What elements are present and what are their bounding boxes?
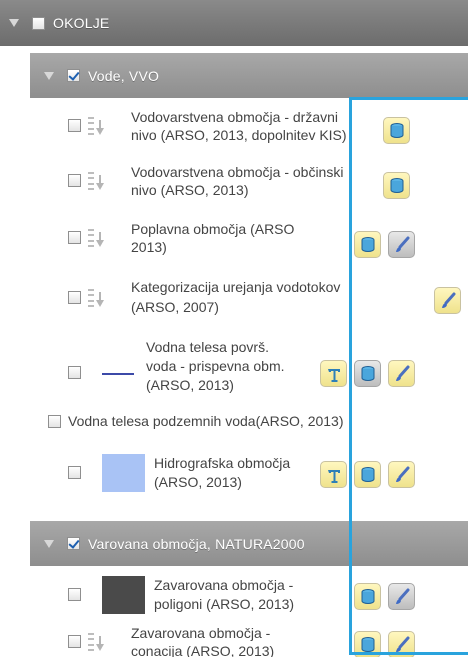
layer-label-line: Kategorizacija urejanja vodotokov bbox=[131, 279, 341, 295]
drag-handle-icon[interactable] bbox=[88, 289, 94, 307]
drag-handle-icon[interactable] bbox=[88, 117, 94, 135]
layer-checkbox[interactable] bbox=[68, 174, 81, 187]
subgroup-label: Vode, VVO bbox=[88, 67, 160, 84]
layer-checkbox[interactable] bbox=[68, 588, 81, 601]
subgroup-checkbox[interactable] bbox=[67, 537, 80, 550]
text-style-icon[interactable] bbox=[320, 461, 347, 488]
layer-label-line: Vodovarstvena območja - državni bbox=[131, 109, 338, 125]
layer-label-line: Vodna telesa podzemnih voda(ARSO, 2013) bbox=[68, 413, 344, 429]
layer-group-header-okolje[interactable]: OKOLJE bbox=[0, 0, 468, 46]
fill-legend-swatch bbox=[102, 576, 145, 614]
group-label: OKOLJE bbox=[53, 15, 110, 31]
layer-label-line: (ARSO, 2013) bbox=[146, 377, 234, 393]
layer-label-line: 2013) bbox=[131, 239, 167, 255]
layer-label-line: Zavarovana območja - bbox=[131, 625, 271, 641]
drag-handle-icon[interactable] bbox=[88, 229, 94, 247]
layer-label-line: poligoni (ARSO, 2013) bbox=[154, 596, 295, 612]
subgroup-label: Varovana območja, NATURA2000 bbox=[88, 535, 305, 552]
selection-highlight-box bbox=[349, 97, 468, 655]
group-checkbox[interactable] bbox=[32, 16, 45, 30]
move-down-icon[interactable] bbox=[96, 175, 104, 190]
subgroup-checkbox[interactable] bbox=[67, 69, 80, 82]
drag-handle-icon[interactable] bbox=[88, 172, 94, 190]
move-down-icon[interactable] bbox=[96, 292, 104, 307]
layer-checkbox[interactable] bbox=[68, 466, 81, 479]
layer-checkbox[interactable] bbox=[68, 366, 81, 379]
layer-checkbox[interactable] bbox=[48, 415, 61, 428]
layer-label-line: Hidrografska območja bbox=[154, 455, 291, 471]
collapse-triangle-icon[interactable] bbox=[44, 71, 54, 80]
layer-label-line: (ARSO, 2007) bbox=[131, 299, 219, 315]
layer-label-line: conacija (ARSO, 2013) bbox=[131, 643, 275, 657]
drag-handle-icon[interactable] bbox=[88, 633, 94, 651]
layer-label-line: Vodna telesa površ. bbox=[146, 339, 269, 355]
layer-label-line: Poplavna območja (ARSO bbox=[131, 221, 295, 237]
collapse-triangle-icon[interactable] bbox=[9, 19, 19, 27]
text-style-icon[interactable] bbox=[320, 360, 347, 387]
layer-label-line: Zavarovana območja - bbox=[154, 577, 294, 593]
layer-checkbox[interactable] bbox=[68, 231, 81, 244]
layer-label-line: (ARSO, 2013) bbox=[154, 474, 242, 490]
move-down-icon[interactable] bbox=[96, 120, 104, 135]
layer-checkbox[interactable] bbox=[68, 635, 81, 648]
layer-label-line: nivo (ARSO, 2013) bbox=[131, 182, 249, 198]
layer-subgroup-header-vode[interactable]: Vode, VVO bbox=[30, 53, 468, 98]
move-down-icon[interactable] bbox=[96, 232, 104, 247]
layer-checkbox[interactable] bbox=[68, 119, 81, 132]
line-legend-symbol bbox=[102, 373, 134, 375]
layer-checkbox[interactable] bbox=[68, 291, 81, 304]
move-down-icon[interactable] bbox=[96, 636, 104, 651]
fill-legend-swatch bbox=[102, 454, 145, 492]
layer-label-line: Vodovarstvena območja - občinski bbox=[131, 164, 344, 180]
layer-label-line: voda - prispevna obm. bbox=[146, 358, 285, 374]
layer-label-line: nivo (ARSO, 2013, dopolnitev KIS) bbox=[131, 127, 347, 143]
collapse-triangle-icon[interactable] bbox=[44, 539, 54, 548]
